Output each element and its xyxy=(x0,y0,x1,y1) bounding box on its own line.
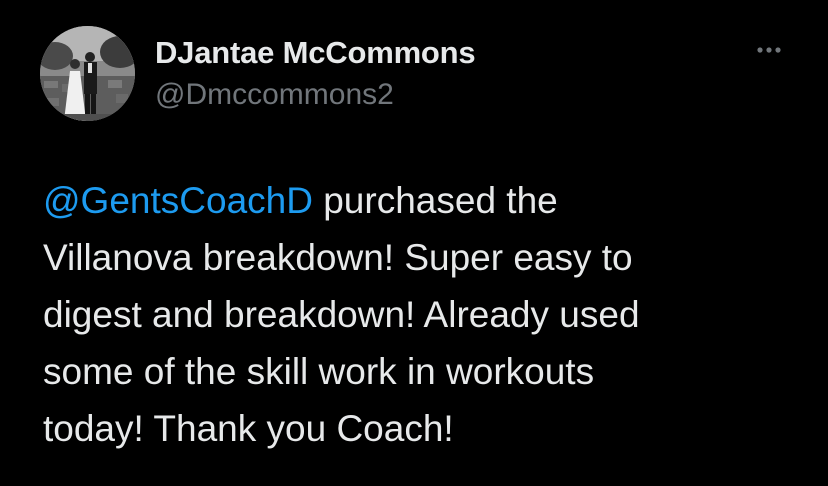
author-handle[interactable]: @Dmccommons2 xyxy=(155,78,394,112)
author-display-name[interactable]: DJantae McCommons xyxy=(155,35,476,71)
more-horizontal-icon xyxy=(757,47,781,53)
tweet-line: today! Thank you Coach! xyxy=(43,408,454,449)
more-options-button[interactable] xyxy=(750,38,790,68)
tweet-line: some of the skill work in workouts xyxy=(43,351,595,392)
mention-link[interactable]: @GentsCoachD xyxy=(43,180,313,221)
tweet-text: @GentsCoachD purchased the Villanova bre… xyxy=(43,172,813,457)
wedding-photo-avatar-icon xyxy=(40,26,135,121)
tweet-card[interactable]: DJantae McCommons @Dmccommons2 @GentsCoa… xyxy=(0,0,828,486)
avatar[interactable] xyxy=(40,26,135,121)
tweet-line: Villanova breakdown! Super easy to xyxy=(43,237,633,278)
tweet-line: digest and breakdown! Already used xyxy=(43,294,640,335)
tweet-text-segment: purchased the xyxy=(312,180,558,221)
tweet-line: @GentsCoachD purchased the xyxy=(43,172,813,229)
